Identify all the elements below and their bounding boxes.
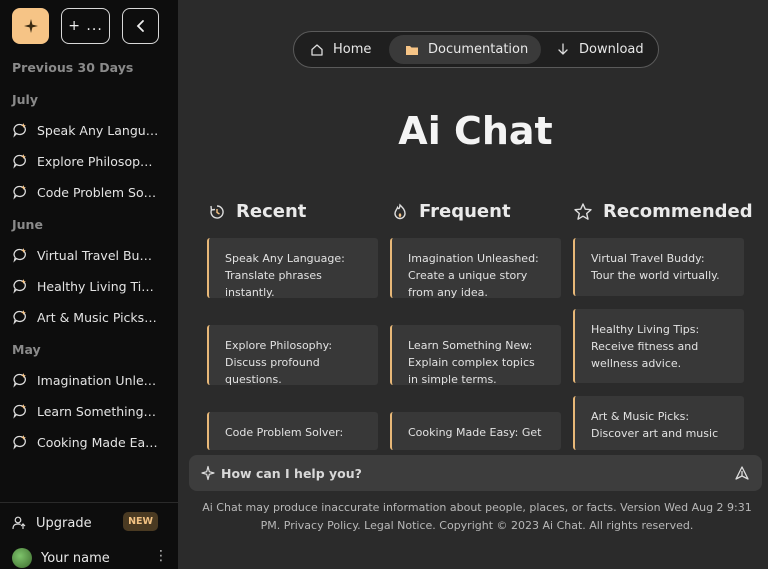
chat-icon: [13, 248, 26, 263]
chat-history-label: Art & Music Picks: Discover: [37, 309, 159, 325]
column-heading-label: Frequent: [419, 201, 511, 222]
column-heading-recent: Recent: [208, 201, 306, 222]
suggestion-card[interactable]: Code Problem Solver:: [207, 412, 378, 450]
folder-icon: [406, 45, 418, 55]
column-heading-label: Recommended: [603, 201, 753, 222]
sparkle-icon: [201, 465, 215, 481]
send-icon[interactable]: [734, 465, 750, 481]
sidebar-top-buttons: + ...: [12, 8, 172, 44]
sidebar-footer: Upgrade NEW Your name ⋮: [0, 502, 178, 569]
prompt-input[interactable]: [221, 455, 711, 491]
upgrade-button[interactable]: Upgrade NEW: [12, 511, 162, 535]
suggestion-card[interactable]: Learn Something New: Explain complex top…: [390, 325, 561, 385]
chat-history-label: Imagination Unleashed: Create: [37, 372, 159, 388]
suggestion-card[interactable]: Imagination Unleashed: Create a unique s…: [390, 238, 561, 298]
chat-history-label: Virtual Travel Buddy: Tour: [37, 247, 159, 263]
new-chat-button[interactable]: + ...: [61, 8, 110, 44]
disclaimer-text: Ai Chat may produce inaccurate informati…: [202, 501, 752, 532]
chat-history-item[interactable]: Code Problem Solver: [0, 179, 178, 205]
upgrade-label: Upgrade: [36, 515, 92, 531]
section-title: Previous 30 Days: [12, 60, 134, 75]
avatar: [12, 548, 32, 568]
chat-icon: [13, 279, 26, 294]
sparkle-button[interactable]: [12, 8, 49, 44]
suggestion-card[interactable]: Speak Any Language: Translate phrases in…: [207, 238, 378, 298]
user-name: Your name: [41, 550, 110, 566]
top-nav: Home Documentation Download: [293, 31, 659, 68]
nav-download-label: Download: [579, 42, 644, 57]
chat-history-label: Cooking Made Easy: Get: [37, 434, 159, 450]
suggestion-card[interactable]: Healthy Living Tips: Receive fitness and…: [573, 309, 744, 383]
chat-icon: [13, 435, 26, 450]
chat-icon: [13, 404, 26, 419]
suggestion-card[interactable]: Art & Music Picks: Discover art and musi…: [573, 396, 744, 450]
chat-history-label: Explore Philosophy: Discuss: [37, 153, 159, 169]
chat-icon: [13, 185, 26, 200]
prompt-bar: [189, 455, 762, 491]
nav-documentation[interactable]: Documentation: [389, 35, 541, 64]
group-label: May: [12, 342, 41, 357]
chat-icon: [13, 154, 26, 169]
download-icon: [558, 42, 568, 55]
chat-history-item[interactable]: Art & Music Picks: Discover: [0, 304, 178, 330]
chevron-left-icon: [136, 20, 144, 32]
nav-home[interactable]: Home: [310, 35, 371, 64]
fire-icon: [394, 202, 406, 219]
suggestion-card[interactable]: Virtual Travel Buddy: Tour the world vir…: [573, 238, 744, 296]
column-heading-frequent: Frequent: [391, 201, 511, 222]
chat-history-item[interactable]: Healthy Living Tips: Receive: [0, 273, 178, 299]
column-heading-recommended: Recommended: [573, 201, 753, 222]
chat-history-item[interactable]: Virtual Travel Buddy: Tour: [0, 242, 178, 268]
chat-history-item[interactable]: Explore Philosophy: Discuss: [0, 148, 178, 174]
user-upgrade-icon: [12, 516, 26, 530]
more-options-icon[interactable]: ⋮: [154, 548, 168, 564]
star-icon: [574, 202, 592, 220]
recent-icon: [210, 204, 224, 219]
group-label: June: [12, 217, 43, 232]
suggestion-card[interactable]: Cooking Made Easy: Get: [390, 412, 561, 450]
chat-history-label: Code Problem Solver: [37, 184, 159, 200]
nav-documentation-label: Documentation: [428, 42, 529, 57]
chat-history-label: Healthy Living Tips: Receive: [37, 278, 159, 294]
chat-history-item[interactable]: Learn Something New: Explain: [0, 398, 178, 424]
page-title: Ai Chat: [398, 109, 553, 153]
nav-download[interactable]: Download: [556, 35, 644, 64]
chat-icon: [13, 373, 26, 388]
chat-history-item[interactable]: Imagination Unleashed: Create: [0, 367, 178, 393]
suggestion-card[interactable]: Explore Philosophy: Discuss profound que…: [207, 325, 378, 385]
home-icon: [311, 43, 323, 56]
group-label: July: [12, 92, 38, 107]
chat-history-item[interactable]: Speak Any Language: Translate: [0, 117, 178, 143]
chat-history-label: Speak Any Language: Translate: [37, 122, 159, 138]
column-heading-label: Recent: [236, 201, 307, 222]
chat-history-item[interactable]: Cooking Made Easy: Get: [0, 429, 178, 455]
chat-icon: [13, 310, 26, 325]
chat-icon: [13, 123, 26, 138]
collapse-sidebar-button[interactable]: [122, 8, 159, 44]
sparkle-icon: [23, 19, 38, 33]
user-profile[interactable]: Your name ⋮: [12, 546, 168, 569]
nav-home-label: Home: [333, 42, 372, 57]
new-badge: NEW: [123, 512, 158, 531]
chat-history-label: Learn Something New: Explain: [37, 403, 159, 419]
sidebar: + ... Previous 30 Days July Speak Any La…: [0, 0, 178, 569]
